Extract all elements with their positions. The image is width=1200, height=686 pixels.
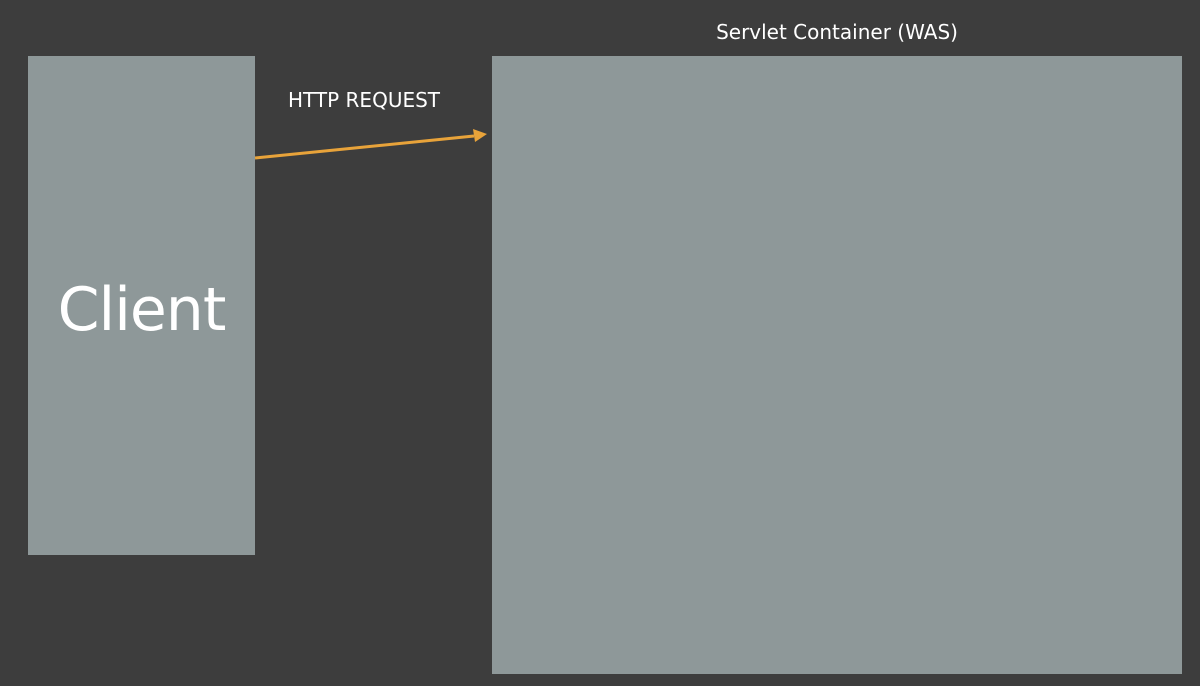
servlet-container-box [492, 56, 1182, 674]
client-box: Client [28, 56, 255, 555]
client-label: Client [57, 274, 227, 345]
http-request-label: HTTP REQUEST [288, 88, 441, 112]
servlet-container-title: Servlet Container (WAS) [716, 20, 958, 44]
arrow-head-icon [473, 129, 487, 142]
arrow-shaft [254, 134, 475, 160]
